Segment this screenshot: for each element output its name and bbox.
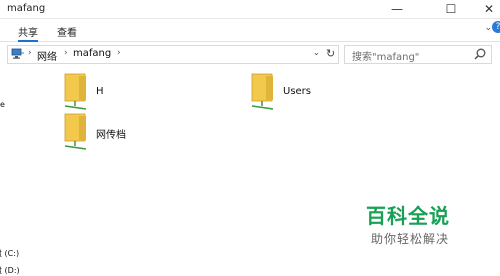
address-bar[interactable]: › 网络 › mafang › ⌄ ↻ xyxy=(7,45,339,64)
search-box[interactable]: 搜索"mafang" xyxy=(344,45,492,64)
search-icon[interactable] xyxy=(473,47,487,61)
item-label: 网传档 xyxy=(96,130,126,141)
maximize-icon: ☐ xyxy=(445,2,457,16)
breadcrumb-network[interactable]: 网络 xyxy=(37,48,57,63)
list-item-share-h[interactable]: H xyxy=(62,73,212,113)
network-share-folder-icon xyxy=(64,113,87,150)
tab-view[interactable]: 查看 xyxy=(57,24,77,39)
navigation-bar: › 网络 › mafang › ⌄ ↻ 搜索"mafang" xyxy=(0,43,500,65)
breadcrumb-separator[interactable]: › xyxy=(28,48,32,58)
refresh-icon[interactable]: ↻ xyxy=(326,47,335,60)
minimize-button[interactable]: — xyxy=(380,0,414,18)
navigation-pane: e 盘 (C:) 盘 (D:) xyxy=(0,66,20,276)
network-share-folder-icon xyxy=(251,73,274,110)
close-icon: ✕ xyxy=(483,2,495,16)
close-button[interactable]: ✕ xyxy=(472,0,500,18)
network-computer-icon xyxy=(11,48,24,59)
minimize-icon: — xyxy=(391,2,403,16)
breadcrumb-mafang[interactable]: mafang xyxy=(73,48,111,59)
search-placeholder: 搜索"mafang" xyxy=(352,52,420,63)
watermark-title: 百科全说 xyxy=(366,204,450,228)
network-share-folder-icon xyxy=(64,73,87,110)
tab-share[interactable]: 共享 xyxy=(18,24,38,42)
maximize-button[interactable]: ☐ xyxy=(434,0,468,18)
breadcrumb-separator[interactable]: › xyxy=(64,48,68,58)
sidebar-item-drive-c[interactable]: 盘 (C:) xyxy=(0,248,19,259)
window-title: mafang xyxy=(7,3,46,14)
breadcrumb-separator[interactable]: › xyxy=(117,48,121,58)
address-history-dropdown-icon[interactable]: ⌄ xyxy=(313,48,320,57)
item-label: Users xyxy=(283,86,312,97)
list-item-share-users[interactable]: Users xyxy=(249,73,399,113)
sidebar-item-drive-d[interactable]: 盘 (D:) xyxy=(0,265,20,276)
item-label: H xyxy=(96,86,104,97)
ribbon: 共享 查看 ⌄ ? xyxy=(0,19,500,42)
sidebar-item-clipped[interactable]: e xyxy=(0,100,5,109)
watermark-subtitle: 助你轻松解决 xyxy=(371,232,450,246)
help-icon[interactable]: ? xyxy=(492,21,500,33)
list-item-share-wangchuandang[interactable]: 网传档 xyxy=(62,113,212,153)
title-bar: mafang — ☐ ✕ xyxy=(0,0,500,19)
chevron-down-icon[interactable]: ⌄ xyxy=(484,23,492,33)
